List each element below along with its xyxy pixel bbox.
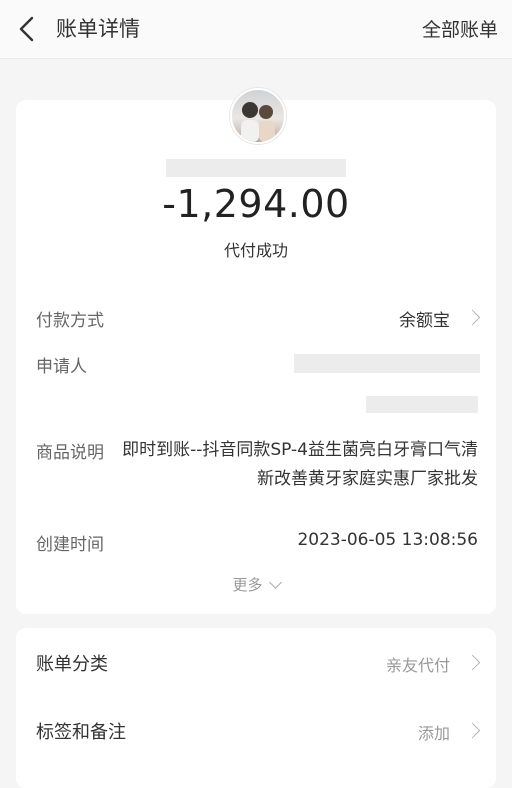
top-nav-bar: 账单详情 全部账单 xyxy=(0,0,512,59)
tags-value[interactable]: 添加 xyxy=(418,720,450,744)
more-label: 更多 xyxy=(232,576,263,594)
bill-amount: -1,294.00 xyxy=(162,182,350,226)
back-arrow-icon[interactable] xyxy=(16,16,38,42)
redacted-applicant-account xyxy=(366,396,478,413)
created-time-value: 2023-06-05 13:08:56 xyxy=(297,530,478,550)
product-desc-label: 商品说明 xyxy=(36,443,104,463)
applicant-label: 申请人 xyxy=(36,357,87,377)
all-bills-link[interactable]: 全部账单 xyxy=(422,16,498,44)
chevron-down-icon xyxy=(268,576,282,589)
created-time-label: 创建时间 xyxy=(36,535,104,555)
category-label: 账单分类 xyxy=(36,654,108,675)
tags-label: 标签和备注 xyxy=(36,722,126,743)
avatar xyxy=(230,88,286,144)
chevron-right-icon[interactable] xyxy=(464,722,481,739)
chevron-right-icon[interactable] xyxy=(464,654,481,671)
payment-method-value[interactable]: 余额宝 xyxy=(399,306,450,331)
payment-status: 代付成功 xyxy=(223,241,288,260)
bill-extra-card: 账单分类 亲友代付 标签和备注 添加 xyxy=(16,628,496,788)
more-toggle[interactable]: 更多 xyxy=(16,574,496,595)
chevron-right-icon[interactable] xyxy=(464,309,481,326)
category-value[interactable]: 亲友代付 xyxy=(386,652,450,676)
avatar-photo-icon xyxy=(241,102,275,142)
payment-method-label: 付款方式 xyxy=(36,311,104,331)
bill-detail-card: -1,294.00 代付成功 付款方式 余额宝 申请人 商品说明 即时到账--抖… xyxy=(16,88,496,614)
product-desc-value: 即时到账--抖音同款SP-4益生菌亮白牙膏口气清新改善黄牙家庭实惠厂家批发 xyxy=(122,440,478,489)
redacted-applicant xyxy=(294,354,480,373)
page-title: 账单详情 xyxy=(56,17,140,41)
redacted-payee-name xyxy=(166,159,346,177)
